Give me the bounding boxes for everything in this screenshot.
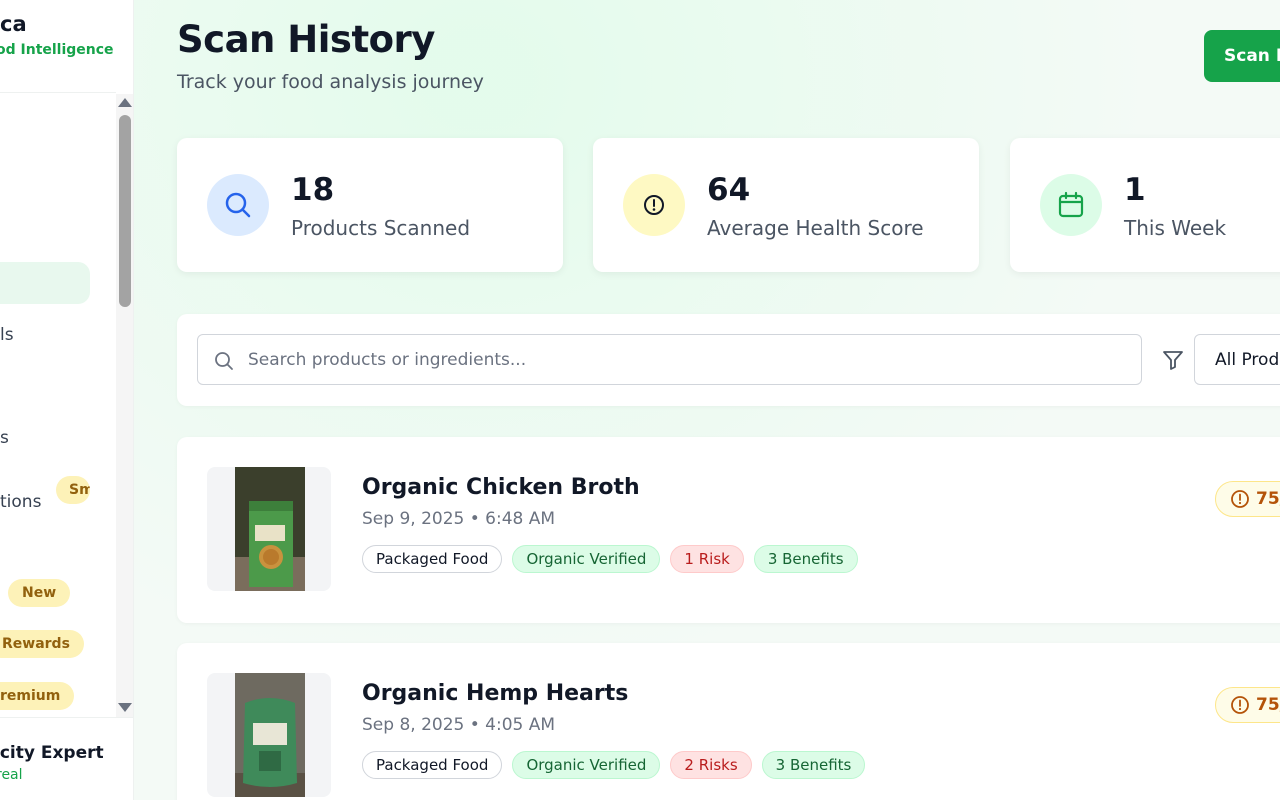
category-tag: Packaged Food [362,751,503,779]
brand-subtitle: od Intelligence [0,42,114,58]
stat-icon-bg [1040,174,1102,236]
rewards-badge: Rewards [0,630,84,658]
calendar-icon [1058,191,1084,218]
risk-tag: 1 Risk [670,545,744,573]
stat-label: Average Health Score [707,216,924,240]
product-image-hemp-bag [235,673,305,797]
product-name[interactable]: Organic Hemp Hearts [362,681,628,706]
brand-title: ca [0,12,27,36]
organic-tag: Organic Verified [512,545,661,573]
benefit-tag: 3 Benefits [753,545,858,573]
search-icon [215,352,233,370]
category-tag: Packaged Food [362,545,503,573]
stat-label: Products Scanned [291,216,471,240]
product-image-broth-carton [235,467,305,591]
health-score-badge: 75/ [1215,481,1280,517]
scan-date: Sep 9, 2025 • 6:48 AM [362,509,556,529]
user-subtitle: real [0,767,23,783]
organic-tag: Organic Verified [512,751,661,779]
health-score-value: 75/ [1256,489,1280,509]
alert-circle-icon [644,195,664,215]
scan-date: Sep 8, 2025 • 4:05 AM [362,715,556,735]
product-name[interactable]: Organic Chicken Broth [362,475,640,500]
health-score-badge: 75/ [1215,687,1280,723]
risk-tag: 2 Risks [670,751,752,779]
alert-circle-icon [1231,490,1249,508]
health-score-value: 75/ [1256,695,1280,715]
stat-value: 1 [1124,172,1146,208]
stat-card-products-scanned: 18 Products Scanned [177,138,563,272]
category-filter-select[interactable]: All Produ [1194,334,1280,385]
product-thumbnail [207,673,331,797]
sidebar: ca od Intelligence ls s tions Sm New Rew… [0,0,134,800]
sidebar-item-recommendations[interactable]: tions [0,492,41,512]
stat-icon-bg [207,174,269,236]
product-tags: Packaged Food Organic Verified 1 Risk 3 … [362,545,858,573]
search-panel: All Produ [177,314,1280,406]
filter-icon[interactable] [1162,349,1184,371]
main-content: Scan History Track your food analysis jo… [134,0,1280,800]
product-tags: Packaged Food Organic Verified 2 Risks 3… [362,751,866,779]
stat-value: 18 [291,172,335,208]
scan-history-item[interactable]: Organic Chicken Broth Sep 9, 2025 • 6:48… [177,437,1280,623]
scan-history-item[interactable]: Organic Hemp Hearts Sep 8, 2025 • 4:05 A… [177,643,1280,800]
scroll-down-icon[interactable] [118,703,132,712]
scroll-up-icon[interactable] [118,98,132,107]
stat-card-this-week: 1 This Week [1010,138,1280,272]
sidebar-footer-divider [0,717,133,718]
stat-icon-bg [623,174,685,236]
sidebar-divider [0,92,116,93]
stat-label: This Week [1124,216,1227,240]
alert-circle-icon [1231,696,1249,714]
stat-value: 64 [707,172,751,208]
benefit-tag: 3 Benefits [761,751,866,779]
user-name[interactable]: icity Expert [0,743,104,763]
product-thumbnail [207,467,331,591]
sidebar-item-settings[interactable]: s [0,428,9,448]
page-title: Scan History [177,18,435,61]
sidebar-item-active[interactable] [0,262,90,304]
smart-badge: Sm [56,476,90,504]
scrollbar-thumb[interactable] [119,115,131,307]
search-input[interactable] [248,347,1128,373]
search-box[interactable] [197,334,1142,385]
new-badge: New [8,579,71,607]
search-icon [225,192,251,218]
sidebar-item-tools[interactable]: ls [0,325,14,345]
page-subtitle: Track your food analysis journey [177,71,484,93]
premium-badge: remium [0,682,75,710]
scan-new-button[interactable]: Scan N [1204,30,1280,82]
stat-card-average-health-score: 64 Average Health Score [593,138,979,272]
